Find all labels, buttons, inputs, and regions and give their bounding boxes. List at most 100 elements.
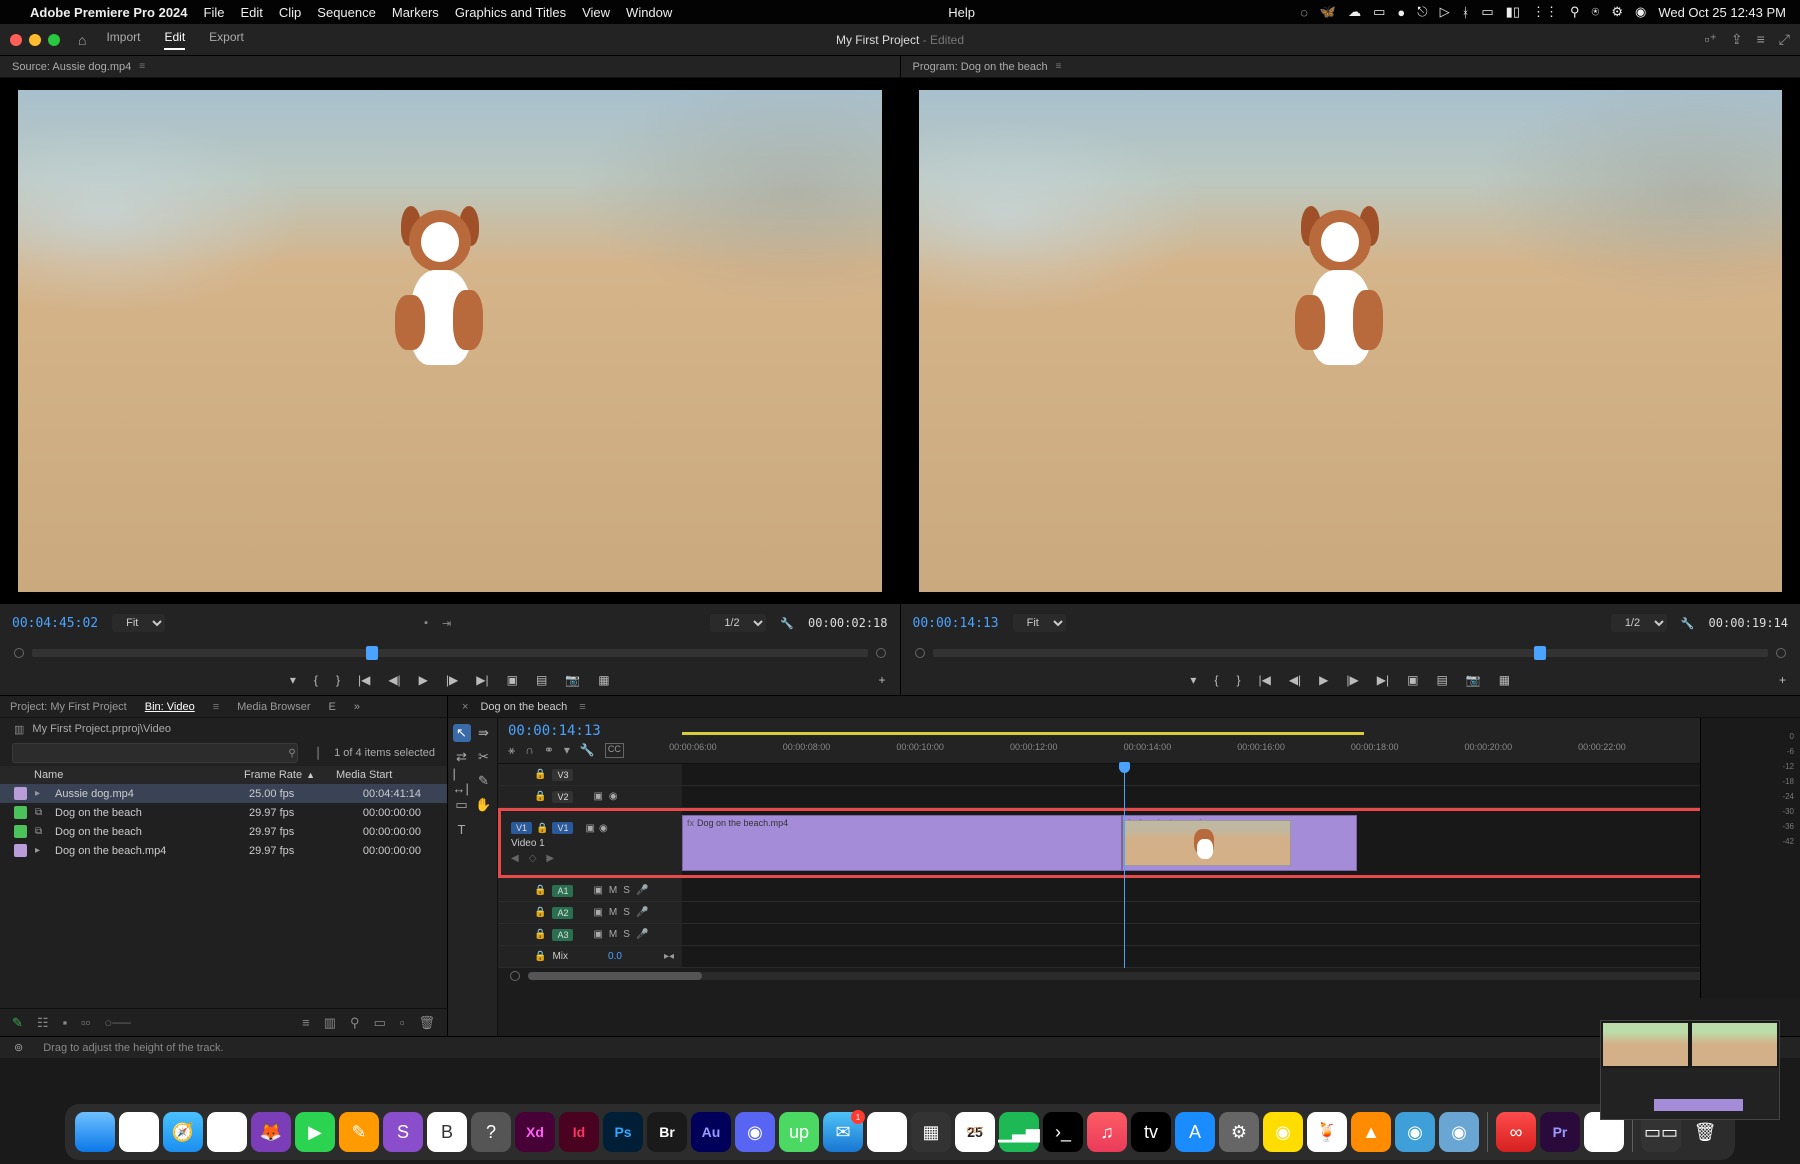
panel-overflow-icon[interactable]: » bbox=[354, 701, 360, 713]
p-lift-icon[interactable]: ▣ bbox=[1407, 673, 1418, 687]
status-battery-icon[interactable]: ▮▯ bbox=[1506, 4, 1520, 20]
dock-tv-icon[interactable]: tv bbox=[1131, 1112, 1171, 1152]
dock-notes-icon[interactable]: ✎ bbox=[339, 1112, 379, 1152]
status-circle1-icon[interactable]: ● bbox=[1397, 5, 1405, 20]
icon-view-icon[interactable]: ▪ bbox=[63, 1015, 68, 1030]
tl-snap-icon[interactable]: ∩ bbox=[525, 743, 534, 758]
program-settings-icon[interactable]: 🔧 bbox=[1681, 617, 1695, 630]
lock-icon[interactable]: 🔒 bbox=[534, 885, 546, 896]
dock-app3-icon[interactable]: ◉ bbox=[1395, 1112, 1435, 1152]
workflow-tab-import[interactable]: Import bbox=[106, 30, 140, 50]
eye-icon[interactable]: ◉ bbox=[609, 791, 618, 802]
dock-app2-icon[interactable]: 🍹 bbox=[1307, 1112, 1347, 1152]
p-goto-in-icon[interactable]: |◀ bbox=[1258, 673, 1270, 687]
p-export-frame-icon[interactable]: 📷 bbox=[1466, 673, 1481, 687]
step-back-icon[interactable]: ◀| bbox=[388, 673, 400, 687]
tl-wrench-icon[interactable]: 🔧 bbox=[580, 743, 595, 758]
source-sq-icon[interactable]: ▪ bbox=[424, 617, 428, 629]
p-extract-icon[interactable]: ▤ bbox=[1436, 673, 1447, 687]
panel-tab-media[interactable]: Media Browser bbox=[237, 701, 310, 713]
project-row[interactable]: ⧉ Dog on the beach29.97 fps00:00:00:00 bbox=[0, 822, 447, 841]
menubar-clip[interactable]: Clip bbox=[279, 5, 301, 20]
auto-seq-icon[interactable]: ▥ bbox=[324, 1015, 336, 1031]
step-fwd-icon[interactable]: |▶ bbox=[446, 673, 458, 687]
project-row[interactable]: ▸ Aussie dog.mp425.00 fps00:04:41:14 bbox=[0, 784, 447, 803]
find-icon[interactable]: ⚲ bbox=[350, 1015, 360, 1031]
p-play-icon[interactable]: ▶ bbox=[1319, 673, 1328, 687]
zoom-slider[interactable]: ○── bbox=[104, 1015, 130, 1030]
program-panel-menu-icon[interactable]: ≡ bbox=[1056, 61, 1062, 72]
fx-icon[interactable]: ▣ bbox=[585, 823, 594, 834]
project-row[interactable]: ⧉ Dog on the beach29.97 fps00:00:00:00 bbox=[0, 803, 447, 822]
comp-icon[interactable]: ▦ bbox=[598, 673, 609, 687]
color-swatch[interactable] bbox=[14, 844, 27, 857]
tl-marker-icon[interactable]: ▾ bbox=[564, 743, 570, 758]
status-sync-icon[interactable]: ◌ bbox=[1300, 5, 1308, 20]
selection-tool-icon[interactable]: ↖ bbox=[453, 724, 471, 742]
fullscreen-icon[interactable]: ⤢ bbox=[1779, 31, 1790, 48]
status-cloud-icon[interactable]: ☁ bbox=[1348, 4, 1361, 20]
track-a1-content[interactable] bbox=[682, 880, 1800, 902]
tl-zoom-out-icon[interactable] bbox=[510, 971, 520, 981]
project-row[interactable]: ▸ Dog on the beach.mp429.97 fps00:00:00:… bbox=[0, 841, 447, 860]
program-video-frame[interactable] bbox=[919, 90, 1783, 592]
status-control-center-icon[interactable]: ⚙ bbox=[1611, 4, 1623, 20]
source-scrub-end[interactable] bbox=[876, 648, 886, 658]
clip-aussie-tail[interactable]: fxAussie dog.mp4 bbox=[1122, 815, 1356, 871]
status-wifi-icon[interactable]: ⋮⋮ bbox=[1532, 4, 1558, 20]
track-header-a1[interactable]: 🔒A1▣MS🎤 bbox=[498, 880, 682, 902]
status-play-icon[interactable]: ▷ bbox=[1440, 4, 1450, 20]
dock-xd-icon[interactable]: Xd bbox=[515, 1112, 555, 1152]
share-icon[interactable]: ⇪ bbox=[1731, 31, 1743, 48]
dock-mail-icon[interactable]: ✉1 bbox=[823, 1112, 863, 1152]
timeline-tab-close-icon[interactable]: × bbox=[462, 701, 468, 713]
dock-cc-icon[interactable]: ∞ bbox=[1496, 1112, 1536, 1152]
type-tool-icon[interactable]: T bbox=[453, 820, 471, 838]
p-out-icon[interactable]: } bbox=[1236, 673, 1240, 687]
p-add-button-icon[interactable]: + bbox=[1779, 673, 1786, 687]
dock-appstore-icon[interactable]: A bbox=[1175, 1112, 1215, 1152]
timeline-timecode[interactable]: 00:00:14:13 bbox=[508, 723, 672, 739]
program-zoom-select[interactable]: Fit bbox=[1013, 614, 1066, 632]
p-in-icon[interactable]: { bbox=[1214, 673, 1218, 687]
timeline-tab-label[interactable]: Dog on the beach bbox=[480, 701, 567, 713]
out-icon[interactable]: } bbox=[336, 673, 340, 687]
trash-icon[interactable]: 🗑 bbox=[418, 1015, 435, 1031]
project-search-input[interactable] bbox=[12, 743, 298, 763]
rect-tool-icon[interactable]: ▭ bbox=[453, 796, 471, 814]
in-icon[interactable]: { bbox=[314, 673, 318, 687]
status-siri-icon[interactable]: ◉ bbox=[1635, 4, 1646, 20]
source-resolution-select[interactable]: 1/2 bbox=[710, 614, 766, 632]
track-header-mix[interactable]: 🔒Mix0.0▸◂ bbox=[498, 946, 682, 968]
tl-link-icon[interactable]: ⚭ bbox=[544, 743, 554, 758]
timeline-menu-icon[interactable]: ≡ bbox=[579, 701, 585, 713]
quick-export-icon[interactable]: ▫⁺ bbox=[1705, 31, 1717, 48]
dock-firefox-icon[interactable]: 🦊 bbox=[251, 1112, 291, 1152]
color-swatch[interactable] bbox=[14, 787, 27, 800]
dock-audition-icon[interactable]: Au bbox=[691, 1112, 731, 1152]
lock-icon[interactable]: 🔒 bbox=[534, 951, 546, 962]
p-step-fwd-icon[interactable]: |▶ bbox=[1346, 673, 1358, 687]
mic-icon[interactable]: 🎤 bbox=[636, 929, 648, 940]
menubar-window[interactable]: Window bbox=[626, 5, 672, 20]
add-button-icon[interactable]: + bbox=[878, 673, 885, 687]
track-v3-content[interactable] bbox=[682, 764, 1800, 786]
program-scrub-start[interactable] bbox=[915, 648, 925, 658]
key-add-icon[interactable]: ◇ bbox=[529, 853, 537, 864]
dock-bridge-icon[interactable]: Br bbox=[647, 1112, 687, 1152]
status-cast-icon[interactable]: ⎋ bbox=[1417, 4, 1427, 20]
slip-tool-icon[interactable]: |↔| bbox=[453, 772, 471, 790]
workflow-tab-export[interactable]: Export bbox=[209, 30, 244, 50]
eye-icon[interactable]: ◉ bbox=[599, 823, 608, 834]
source-settings-icon[interactable]: 🔧 bbox=[780, 617, 794, 630]
dock-premiere-icon[interactable]: Pr bbox=[1540, 1112, 1580, 1152]
dock-app1-icon[interactable]: ◉ bbox=[1263, 1112, 1303, 1152]
workflow-tab-edit[interactable]: Edit bbox=[164, 30, 185, 50]
window-close-button[interactable] bbox=[10, 34, 22, 46]
pen-tool-icon[interactable]: ✎ bbox=[475, 772, 493, 790]
mix-expand-icon[interactable]: ▸◂ bbox=[664, 951, 674, 962]
dock-safari-icon[interactable]: 🧭 bbox=[163, 1112, 203, 1152]
dock-finder-icon[interactable] bbox=[75, 1112, 115, 1152]
program-scrub-bar[interactable] bbox=[933, 649, 1769, 657]
status-alert-icon[interactable]: ⊚ bbox=[14, 1041, 23, 1054]
